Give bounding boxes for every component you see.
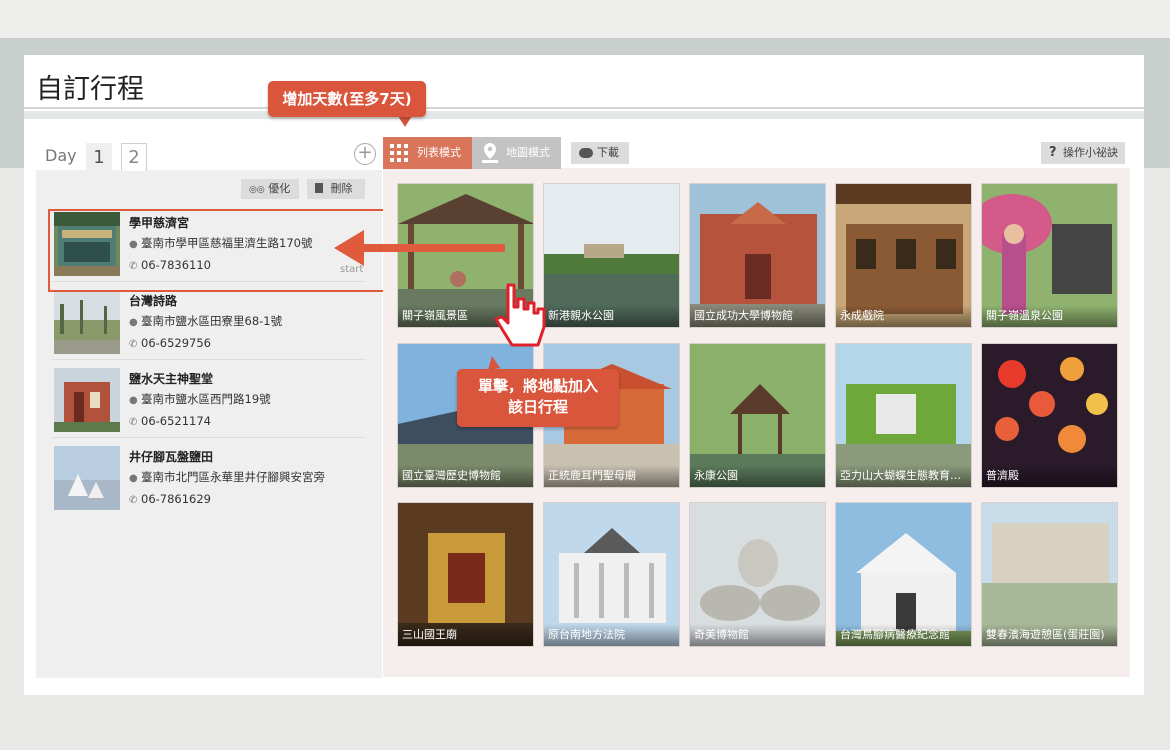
address-text: 臺南市鹽水區西門路19號 <box>141 392 271 406</box>
optimize-label: 優化 <box>268 182 291 195</box>
attraction-tile[interactable]: 國立成功大學博物館 <box>689 183 826 328</box>
tile-caption: 新港親水公園 <box>544 305 679 327</box>
map-mode-button[interactable]: 地圖模式 <box>472 137 561 169</box>
attraction-tile[interactable]: 台灣鳥腳病醫療紀念館 <box>835 502 972 647</box>
pin-pair-icon: ◎◎ <box>249 185 265 195</box>
location-pin-icon: ● <box>129 317 138 328</box>
place-phone: ✆ 06-6529756 <box>129 336 211 350</box>
tile-caption: 關子嶺風景區 <box>398 305 533 327</box>
tile-caption: 奇美博物館 <box>690 624 825 646</box>
place-phone: ✆ 06-7861629 <box>129 492 211 506</box>
place-address: ● 臺南市北門區永華里井仔腳興安宮旁 <box>129 469 325 485</box>
location-pin-icon: ● <box>129 473 138 484</box>
attraction-tile[interactable]: 普濟殿 <box>981 343 1118 488</box>
attraction-tile[interactable]: 雙春濱海遊憩區(蛋莊園) <box>981 502 1118 647</box>
list-mode-button[interactable]: 列表模式 <box>383 137 472 169</box>
place-address: ● 臺南市鹽水區田寮里68-1號 <box>129 313 282 329</box>
attraction-tile[interactable]: 新港親水公園 <box>543 183 680 328</box>
click-add-callout: 單擊，將地點加入 該日行程 <box>457 369 619 427</box>
place-phone: ✆ 06-6521174 <box>129 414 211 428</box>
attraction-tile[interactable]: 原台南地方法院 <box>543 502 680 647</box>
day-label: Day <box>45 146 77 165</box>
attraction-tile[interactable]: 永康公園 <box>689 343 826 488</box>
phone-text: 06-6521174 <box>141 414 211 428</box>
map-mode-label: 地圖模式 <box>506 146 550 159</box>
phone-text: 06-7861629 <box>141 492 211 506</box>
cloud-download-icon <box>579 148 593 158</box>
thumbnail-image <box>54 368 120 432</box>
tile-caption: 正統鹿耳門聖母廟 <box>544 465 679 487</box>
delete-button[interactable]: 刪除 <box>307 179 365 199</box>
attraction-tile[interactable]: 亞力山大蝴蝶生態教育… <box>835 343 972 488</box>
grid-icon <box>390 144 408 162</box>
help-button[interactable]: ? 操作小祕訣 <box>1041 142 1125 164</box>
phone-icon: ✆ <box>129 417 138 428</box>
trash-icon <box>315 183 323 193</box>
attraction-tile[interactable]: 奇美博物館 <box>689 502 826 647</box>
tile-caption: 普濟殿 <box>982 465 1117 487</box>
tile-caption: 永成戲院 <box>836 305 971 327</box>
tile-caption: 亞力山大蝴蝶生態教育… <box>836 465 971 487</box>
list-item[interactable]: 井仔腳瓦盤鹽田 ● 臺南市北門區永華里井仔腳興安宮旁 ✆ 06-7861629 <box>52 440 366 516</box>
attraction-tile[interactable]: 關子嶺風景區 <box>397 183 534 328</box>
plus-icon: + <box>357 142 373 163</box>
phone-icon: ✆ <box>129 495 138 506</box>
download-label: 下載 <box>597 146 619 159</box>
day-tab-2[interactable]: 2 <box>121 143 147 171</box>
add-day-button[interactable]: + <box>354 143 376 165</box>
place-address: ● 臺南市鹽水區西門路19號 <box>129 391 271 407</box>
day-tab-1[interactable]: 1 <box>86 143 112 171</box>
location-pin-icon: ● <box>129 395 138 406</box>
place-name: 井仔腳瓦盤鹽田 <box>129 450 214 464</box>
page-title: 自訂行程 <box>36 74 144 105</box>
tile-caption: 三山國王廟 <box>398 624 533 646</box>
tile-caption: 關子嶺溫泉公園 <box>982 305 1117 327</box>
tile-caption: 台灣鳥腳病醫療紀念館 <box>836 624 971 646</box>
help-label: 操作小祕訣 <box>1063 146 1118 159</box>
thumbnail-image <box>54 290 120 354</box>
place-name: 鹽水天主神聖堂 <box>129 372 214 386</box>
optimize-button[interactable]: ◎◎ 優化 <box>241 179 299 199</box>
page-top-strip <box>0 0 1170 38</box>
tile-caption: 永康公園 <box>690 465 825 487</box>
title-divider <box>24 111 1144 119</box>
address-text: 臺南市鹽水區田寮里68-1號 <box>141 314 283 328</box>
phone-icon: ✆ <box>129 339 138 350</box>
delete-label: 刪除 <box>330 182 353 195</box>
list-item[interactable]: 台灣詩路 ● 臺南市鹽水區田寮里68-1號 ✆ 06-6529756 <box>52 284 366 360</box>
list-item[interactable]: 鹽水天主神聖堂 ● 臺南市鹽水區西門路19號 ✆ 06-6521174 <box>52 362 366 438</box>
highlight-box <box>48 209 414 292</box>
attraction-tile[interactable]: 三山國王廟 <box>397 502 534 647</box>
attraction-tile[interactable]: 關子嶺溫泉公園 <box>981 183 1118 328</box>
map-pin-icon <box>482 143 498 163</box>
question-icon: ? <box>1049 145 1057 160</box>
callout-line-1: 單擊，將地點加入 <box>477 377 598 395</box>
download-button[interactable]: 下載 <box>571 142 629 164</box>
tile-caption: 原台南地方法院 <box>544 624 679 646</box>
address-text: 臺南市北門區永華里井仔腳興安宮旁 <box>141 470 325 484</box>
place-name: 台灣詩路 <box>129 294 178 308</box>
phone-text: 06-6529756 <box>141 336 211 350</box>
attraction-tile[interactable]: 永成戲院 <box>835 183 972 328</box>
list-mode-label: 列表模式 <box>417 146 461 159</box>
tile-caption: 雙春濱海遊憩區(蛋莊園) <box>982 624 1117 646</box>
tile-caption: 國立臺灣歷史博物館 <box>398 465 533 487</box>
tile-caption: 國立成功大學博物館 <box>690 305 825 327</box>
callout-line-2: 該日行程 <box>507 398 568 416</box>
thumbnail-image <box>54 446 120 510</box>
add-days-callout: 增加天數(至多7天) <box>268 81 426 117</box>
title-bar: 自訂行程 <box>24 55 1144 109</box>
